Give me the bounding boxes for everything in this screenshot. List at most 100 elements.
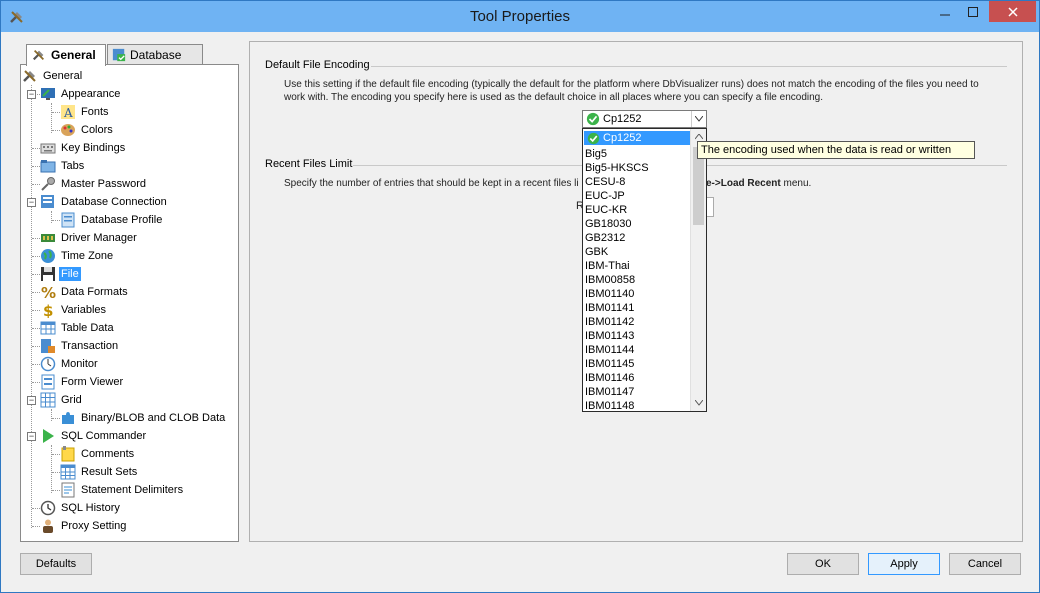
encoding-option-cp1252[interactable]: Cp1252 [584, 131, 691, 145]
person-icon [43, 519, 53, 533]
maximize-icon [968, 6, 978, 17]
tab-general[interactable]: General [26, 44, 106, 66]
tree-item-key-bindings[interactable]: Key Bindings [40, 139, 127, 157]
minimize-button[interactable] [931, 1, 959, 22]
tree-item-time-zone[interactable]: Time Zone [40, 247, 115, 265]
tree-item-label: SQL History [61, 502, 120, 514]
tree-item-proxy-setting[interactable]: Proxy Setting [40, 517, 128, 535]
close-button[interactable] [989, 1, 1036, 22]
encoding-option[interactable]: Big5-HKSCS [584, 161, 649, 175]
grid-collapse-toggle[interactable]: − [27, 396, 36, 405]
apply-button[interactable]: Apply [868, 553, 940, 575]
check-circle-icon [586, 112, 600, 126]
tree-item-tabs[interactable]: Tabs [40, 157, 86, 175]
monitor-paint-icon [41, 88, 55, 100]
tree-item-form-viewer[interactable]: Form Viewer [40, 373, 125, 391]
tree-item-label: Database Profile [81, 214, 163, 226]
tree-item-appearance[interactable]: Appearance [40, 85, 122, 103]
result-grid-icon [60, 464, 76, 480]
tree-item-result-sets[interactable]: Result Sets [60, 463, 139, 481]
encoding-option[interactable]: EUC-KR [584, 203, 627, 217]
defaults-button[interactable]: Defaults [20, 553, 92, 575]
encoding-description-line1: Use this setting if the default file enc… [284, 79, 979, 90]
encoding-option[interactable]: GBK [584, 245, 608, 259]
dollar-icon: $ [43, 302, 53, 318]
ok-button[interactable]: OK [787, 553, 859, 575]
tool-properties-window: Tool Properties General Database − − − −… [0, 0, 1040, 593]
tree-item-fonts[interactable]: A Fonts [60, 103, 111, 121]
encoding-option[interactable]: IBM01146 [584, 371, 634, 385]
scroll-down-button[interactable] [691, 395, 706, 411]
form-icon [41, 374, 55, 390]
encoding-select-arrow[interactable] [691, 111, 706, 127]
encoding-option[interactable]: IBM01141 [584, 301, 634, 315]
tree-item-colors[interactable]: Colors [60, 121, 115, 139]
encoding-option[interactable]: IBM01144 [584, 343, 634, 357]
tree-item-label: Transaction [61, 340, 119, 352]
puzzle-icon [62, 412, 74, 424]
tree-item-database-profile[interactable]: Database Profile [60, 211, 164, 229]
encoding-option[interactable]: IBM01148 [584, 399, 634, 411]
key-icon [41, 177, 55, 191]
encoding-option[interactable]: IBM01142 [584, 315, 634, 329]
percent-icon: % [41, 284, 56, 300]
table-icon [40, 321, 56, 335]
default-file-encoding-title: Default File Encoding [265, 59, 370, 71]
tree-item-label: Master Password [61, 178, 146, 190]
tree-item-sql-commander[interactable]: SQL Commander [40, 427, 148, 445]
title-bar[interactable]: Tool Properties [1, 1, 1039, 32]
tree-item-label: Comments [81, 448, 135, 460]
encoding-option[interactable]: IBM-Thai [584, 259, 630, 273]
tree-item-label: Key Bindings [61, 142, 126, 154]
tree-item-file[interactable]: File [40, 265, 81, 283]
tree-item-label: Proxy Setting [61, 520, 127, 532]
maximize-button[interactable] [959, 1, 987, 22]
tree-item-transaction[interactable]: Transaction [40, 337, 120, 355]
tree-item-label: Form Viewer [61, 376, 124, 388]
settings-tree[interactable]: − − − − General Appearance A Fonts Color… [20, 64, 239, 542]
encoding-option[interactable]: GB2312 [584, 231, 625, 245]
encoding-option[interactable]: CESU-8 [584, 175, 625, 189]
tree-item-variables[interactable]: $ Variables [40, 301, 108, 319]
encoding-dropdown-list[interactable]: Cp1252 Big5 Big5-HKSCS CESU-8 EUC-JP EUC… [582, 128, 707, 412]
appearance-collapse-toggle[interactable]: − [27, 90, 36, 99]
encoding-option[interactable]: IBM01147 [584, 385, 634, 399]
tree-item-statement-delimiters[interactable]: Statement Delimiters [60, 481, 185, 499]
chevron-up-icon [694, 134, 703, 140]
monitor-icon [40, 356, 56, 372]
sql-commander-collapse-toggle[interactable]: − [27, 432, 36, 441]
tree-item-sql-history[interactable]: SQL History [40, 499, 122, 517]
encoding-option[interactable]: EUC-JP [584, 189, 625, 203]
dropdown-scrollbar[interactable] [690, 129, 706, 411]
cancel-button[interactable]: Cancel [949, 553, 1021, 575]
tree-item-table-data[interactable]: Table Data [40, 319, 116, 337]
driver-icon [41, 234, 55, 242]
tree-item-data-formats[interactable]: % Data Formats [40, 283, 130, 301]
palette-icon [61, 124, 75, 136]
encoding-option[interactable]: IBM01143 [584, 329, 634, 343]
encoding-option[interactable]: GB18030 [584, 217, 631, 231]
database-connection-collapse-toggle[interactable]: − [27, 198, 36, 207]
encoding-description-line2: work with. The encoding you specify here… [284, 92, 824, 103]
tree-item-label: Variables [61, 304, 107, 316]
tree-item-label: Time Zone [61, 250, 114, 262]
tree-item-master-password[interactable]: Master Password [40, 175, 148, 193]
chevron-down-icon [694, 400, 703, 406]
encoding-option[interactable]: IBM00858 [584, 273, 635, 287]
tree-item-grid[interactable]: Grid [40, 391, 84, 409]
tab-database[interactable]: Database [107, 44, 203, 65]
tree-item-comments[interactable]: Comments [60, 445, 136, 463]
tree-item-driver-manager[interactable]: Driver Manager [40, 229, 139, 247]
tree-item-monitor[interactable]: Monitor [40, 355, 100, 373]
tree-item-label: Colors [81, 124, 113, 136]
encoding-option[interactable]: Big5 [584, 147, 607, 161]
tree-item-database-connection[interactable]: Database Connection [40, 193, 169, 211]
tree-item-label: Tabs [61, 160, 85, 172]
recent-files-description-tail: menu. [780, 178, 812, 189]
encoding-select[interactable]: Cp1252 [582, 110, 707, 128]
encoding-option[interactable]: IBM01140 [584, 287, 634, 301]
tree-item-label: Result Sets [81, 466, 138, 478]
encoding-option[interactable]: IBM01145 [584, 357, 634, 371]
tree-item-binary-blob-clob[interactable]: Binary/BLOB and CLOB Data [60, 409, 227, 427]
tree-item-general[interactable]: General [22, 67, 84, 85]
